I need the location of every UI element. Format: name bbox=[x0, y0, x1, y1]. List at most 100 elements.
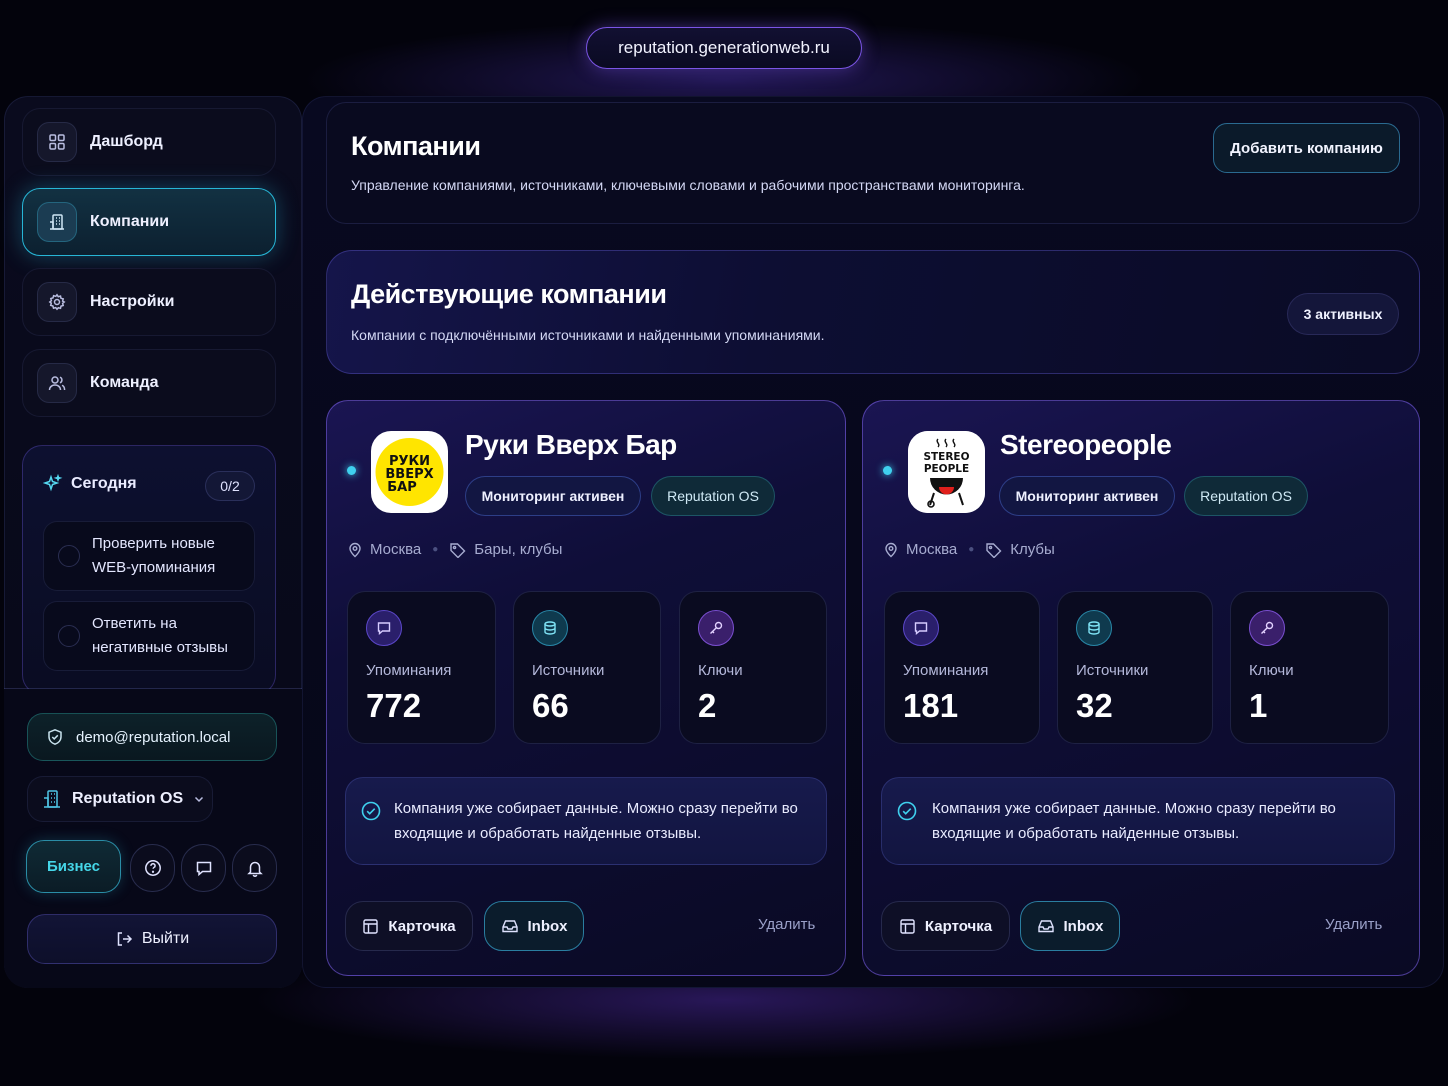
account-email-text: demo@reputation.local bbox=[76, 728, 231, 746]
company-notice: Компания уже собирает данные. Можно сраз… bbox=[881, 777, 1395, 865]
key-icon bbox=[1249, 610, 1285, 646]
logout-label: Выйти bbox=[141, 930, 190, 947]
gear-icon bbox=[37, 282, 77, 322]
database-icon bbox=[1076, 610, 1112, 646]
company-name: Stereopeople bbox=[1000, 429, 1172, 460]
message-icon bbox=[196, 861, 211, 877]
inbox-button-label: Inbox bbox=[1063, 917, 1104, 935]
inbox-icon bbox=[501, 920, 518, 933]
message-icon bbox=[903, 610, 939, 646]
stat-label: Упоминания bbox=[903, 662, 989, 679]
sidebar-item-label: Дашборд bbox=[90, 133, 163, 150]
help-button[interactable] bbox=[130, 844, 175, 892]
stat-sources[interactable]: Источники 32 bbox=[1057, 591, 1213, 744]
page-subtitle: Управление компаниями, источниками, ключ… bbox=[351, 177, 1025, 193]
sparkle-icon bbox=[43, 474, 63, 492]
section-title: Действующие компании bbox=[351, 279, 667, 309]
company-city: Москва bbox=[906, 541, 958, 558]
company-card-button[interactable]: Карточка bbox=[881, 901, 1010, 951]
stat-keys[interactable]: Ключи 1 bbox=[1230, 591, 1389, 744]
today-count-badge: 0/2 bbox=[205, 471, 255, 501]
stat-label: Ключи bbox=[698, 662, 743, 679]
delete-link[interactable]: Удалить bbox=[758, 916, 815, 933]
bell-icon bbox=[246, 861, 263, 877]
url-bar[interactable]: reputation.generationweb.ru bbox=[586, 27, 862, 69]
company-logo: РУКИ ВВЕРХ БАР bbox=[371, 431, 448, 513]
separator-dot: ● bbox=[968, 544, 975, 555]
stat-mentions[interactable]: Упоминания 772 bbox=[347, 591, 496, 744]
workspace-switcher[interactable]: Reputation OS bbox=[27, 776, 213, 822]
logo-text-line: PEOPLE bbox=[924, 463, 969, 475]
sidebar-item-settings[interactable]: Настройки bbox=[22, 268, 276, 336]
key-icon bbox=[698, 610, 734, 646]
database-icon bbox=[532, 610, 568, 646]
stat-label: Ключи bbox=[1249, 662, 1294, 679]
company-meta: Москва ● Клубы bbox=[883, 541, 1055, 558]
monitoring-chip: Мониторинг активен bbox=[999, 476, 1175, 516]
task-item[interactable]: Ответить на негативные отзывы bbox=[43, 601, 255, 671]
task-item[interactable]: Проверить новые WEB-упоминания bbox=[43, 521, 255, 591]
company-name: Руки Вверх Бар bbox=[465, 429, 677, 460]
check-circle-icon bbox=[361, 801, 381, 821]
building-icon bbox=[44, 790, 60, 808]
stat-sources[interactable]: Источники 66 bbox=[513, 591, 661, 744]
separator-dot: ● bbox=[432, 544, 439, 555]
sidebar-item-dashboard[interactable]: Дашборд bbox=[22, 108, 276, 176]
workspace-chip: Reputation OS bbox=[651, 476, 775, 516]
stat-label: Источники bbox=[532, 662, 605, 679]
location-pin-icon bbox=[885, 542, 897, 557]
stat-value: 181 bbox=[903, 687, 959, 724]
plan-button[interactable]: Бизнес bbox=[26, 840, 121, 893]
stat-label: Упоминания bbox=[366, 662, 452, 679]
logo-text-line: БАР bbox=[387, 480, 417, 495]
sidebar-item-companies[interactable]: Компании bbox=[22, 188, 276, 256]
page-title: Компании bbox=[351, 131, 481, 161]
stat-value: 66 bbox=[532, 687, 569, 724]
notice-text: Компания уже собирает данные. Можно сраз… bbox=[932, 800, 1336, 842]
inbox-button[interactable]: Inbox bbox=[1020, 901, 1120, 951]
status-dot bbox=[883, 466, 892, 475]
help-icon bbox=[144, 860, 161, 876]
workspace-name: Reputation OS bbox=[72, 790, 184, 807]
active-companies-section: Действующие компании Компании с подключё… bbox=[326, 250, 1420, 374]
message-icon bbox=[366, 610, 402, 646]
sidebar-item-label: Настройки bbox=[90, 293, 175, 310]
stat-keys[interactable]: Ключи 2 bbox=[679, 591, 827, 744]
page-header: Компании Управление компаниями, источник… bbox=[326, 102, 1420, 224]
notice-text: Компания уже собирает данные. Можно сраз… bbox=[394, 800, 798, 842]
stat-value: 32 bbox=[1076, 687, 1113, 724]
check-circle-icon bbox=[897, 801, 917, 821]
sidebar-divider bbox=[4, 688, 302, 689]
company-card: STEREO PEOPLE Stereopeople Мониторинг ак… bbox=[862, 400, 1420, 976]
company-city: Москва bbox=[370, 541, 422, 558]
messages-button[interactable] bbox=[181, 844, 226, 892]
task-checkbox[interactable] bbox=[58, 545, 80, 567]
tag-icon bbox=[450, 542, 466, 558]
task-checkbox[interactable] bbox=[58, 625, 80, 647]
monitoring-chip: Мониторинг активен bbox=[465, 476, 641, 516]
company-card-button[interactable]: Карточка bbox=[345, 901, 473, 951]
layout-icon bbox=[363, 918, 379, 934]
company-card: РУКИ ВВЕРХ БАР Руки Вверх Бар Мониторинг… bbox=[326, 400, 846, 976]
status-dot bbox=[347, 466, 356, 475]
logout-button[interactable]: Выйти bbox=[27, 914, 277, 964]
sidebar-item-label: Команда bbox=[90, 374, 159, 391]
account-email[interactable]: demo@reputation.local bbox=[27, 713, 277, 761]
location-pin-icon bbox=[349, 542, 361, 557]
company-category: Клубы bbox=[1010, 541, 1055, 558]
stat-mentions[interactable]: Упоминания 181 bbox=[884, 591, 1040, 744]
delete-link[interactable]: Удалить bbox=[1325, 916, 1382, 933]
tag-icon bbox=[986, 542, 1002, 558]
section-subtitle: Компании с подключёнными источниками и н… bbox=[351, 327, 825, 343]
today-tasks-card: Сегодня 0/2 Проверить новые WEB-упоминан… bbox=[22, 445, 276, 695]
inbox-button-label: Inbox bbox=[527, 917, 568, 935]
add-company-button[interactable]: Добавить компанию bbox=[1213, 123, 1400, 173]
company-meta: Москва ● Бары, клубы bbox=[347, 541, 562, 558]
inbox-button[interactable]: Inbox bbox=[484, 901, 584, 951]
sidebar-item-team[interactable]: Команда bbox=[22, 349, 276, 417]
today-title: Сегодня bbox=[71, 475, 137, 492]
layout-icon bbox=[900, 918, 915, 934]
notifications-button[interactable] bbox=[232, 844, 277, 892]
card-button-label: Карточка bbox=[924, 917, 993, 935]
active-count-badge: 3 активных bbox=[1287, 293, 1399, 335]
